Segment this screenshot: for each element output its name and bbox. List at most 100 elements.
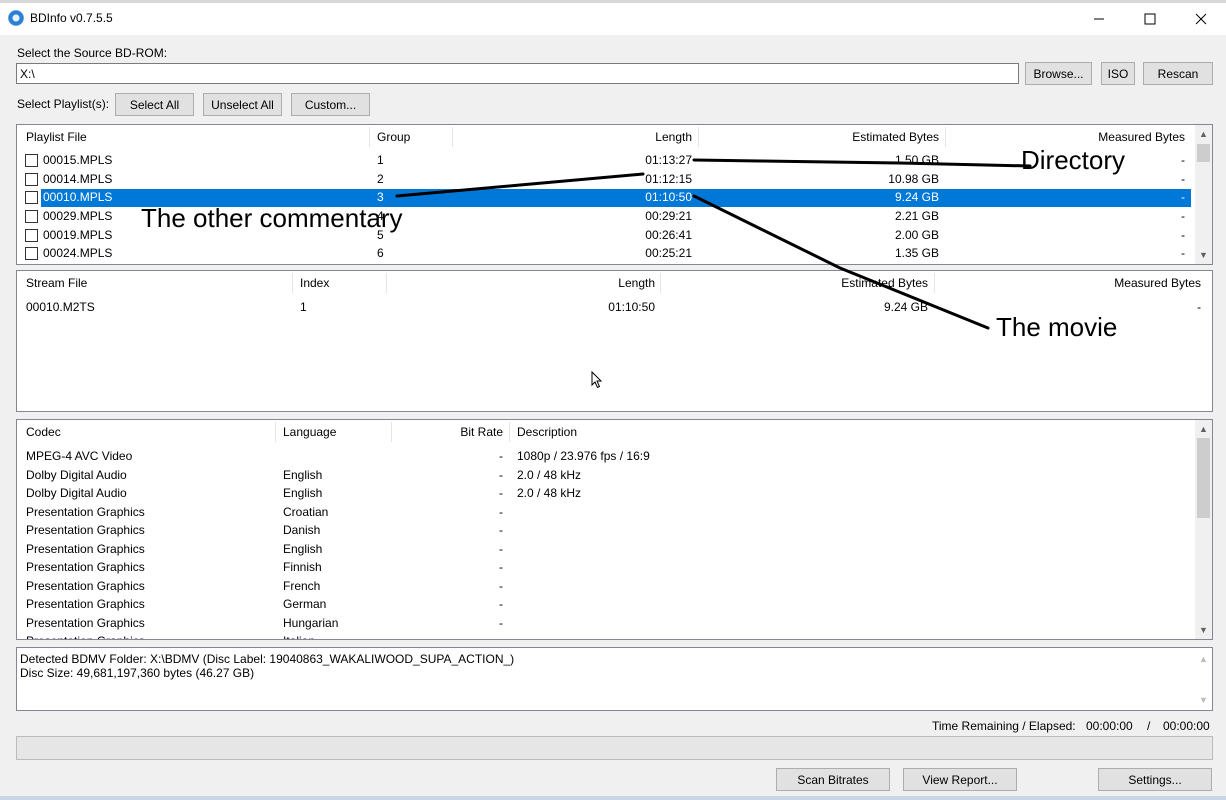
header-codec[interactable]: Codec — [26, 420, 61, 444]
playlist-est-bytes: 2.21 GB — [894, 209, 939, 223]
codec-name[interactable]: Presentation Graphics — [26, 616, 145, 630]
playlist-file[interactable]: 00019.MPLS — [43, 228, 112, 242]
info-scrollbar[interactable]: ▲ ▼ — [1195, 648, 1212, 710]
settings-button[interactable]: Settings... — [1098, 768, 1212, 791]
unselect-all-button[interactable]: Unselect All — [203, 93, 282, 116]
source-path-input[interactable]: X:\ — [16, 63, 1019, 84]
header-description[interactable]: Description — [517, 420, 577, 444]
scroll-down-icon[interactable]: ▼ — [1195, 621, 1212, 638]
codec-name[interactable]: Presentation Graphics — [26, 505, 145, 519]
codec-name[interactable]: MPEG-4 AVC Video — [26, 449, 132, 463]
annotation-movie: The movie — [996, 312, 1118, 342]
playlist-scrollbar[interactable]: ▲ ▼ — [1195, 125, 1212, 264]
scroll-up-icon[interactable]: ▲ — [1195, 420, 1212, 437]
mouse-cursor-icon — [591, 371, 603, 389]
maximize-button[interactable] — [1127, 3, 1173, 35]
header-separator — [386, 273, 387, 293]
codec-name[interactable]: Presentation Graphics — [26, 560, 145, 574]
codec-bitrate: - — [499, 616, 503, 630]
scan-bitrates-button[interactable]: Scan Bitrates — [776, 768, 890, 791]
codec-scrollbar[interactable]: ▲ ▼ — [1195, 420, 1212, 639]
header-separator — [509, 422, 510, 442]
codec-name[interactable]: Presentation Graphics — [26, 579, 145, 593]
playlist-file[interactable]: 00014.MPLS — [43, 172, 112, 186]
browse-button[interactable]: Browse... — [1025, 62, 1092, 85]
header-index[interactable]: Index — [300, 271, 329, 295]
header-measured-bytes[interactable]: Measured Bytes — [942, 271, 1201, 295]
codec-language: German — [283, 597, 327, 611]
header-length[interactable]: Length — [457, 125, 692, 149]
codec-language: Italian — [283, 634, 315, 639]
select-all-button[interactable]: Select All — [115, 93, 194, 116]
view-report-button[interactable]: View Report... — [903, 768, 1017, 791]
iso-button[interactable]: ISO — [1101, 62, 1135, 85]
close-button[interactable] — [1178, 3, 1224, 35]
codec-language: Croatian — [283, 505, 329, 519]
progress-bar — [16, 736, 1213, 760]
header-estimated-bytes[interactable]: Estimated Bytes — [667, 271, 928, 295]
playlist-length: 00:26:41 — [645, 228, 692, 242]
header-length[interactable]: Length — [397, 271, 655, 295]
codec-bitrate: - — [499, 597, 503, 611]
scroll-up-icon[interactable]: ▲ — [1195, 125, 1212, 142]
playlist-checkbox[interactable] — [25, 191, 38, 204]
codec-name[interactable]: Presentation Graphics — [26, 597, 145, 611]
playlist-file[interactable]: 00015.MPLS — [43, 153, 112, 167]
playlist-checkbox[interactable] — [25, 229, 38, 242]
playlist-file[interactable]: 00010.MPLS — [43, 190, 112, 204]
playlist-checkbox[interactable] — [25, 210, 38, 223]
scroll-up-icon[interactable]: ▲ — [1195, 650, 1212, 667]
playlist-file[interactable]: 00029.MPLS — [43, 209, 112, 223]
header-estimated-bytes[interactable]: Estimated Bytes — [707, 125, 939, 149]
header-separator — [275, 422, 276, 442]
playlist-group: 1 — [377, 153, 384, 167]
stream-length: 01:10:50 — [608, 300, 655, 314]
scroll-thumb[interactable] — [1197, 438, 1210, 518]
bdinfo-app-icon — [8, 10, 24, 26]
codec-bitrate: - — [499, 542, 503, 556]
playlist-est-bytes: 9.24 GB — [894, 190, 939, 204]
stream-file[interactable]: 00010.M2TS — [26, 300, 95, 314]
header-playlist-file[interactable]: Playlist File — [26, 125, 87, 149]
playlist-file[interactable]: 00024.MPLS — [43, 246, 112, 260]
select-playlists-label: Select Playlist(s): — [17, 97, 110, 111]
header-separator — [391, 422, 392, 442]
maximize-icon — [1144, 13, 1156, 25]
stream-est-bytes: 9.24 GB — [883, 300, 928, 314]
playlist-checkbox[interactable] — [25, 247, 38, 260]
codec-name[interactable]: Dolby Digital Audio — [26, 486, 127, 500]
header-separator — [945, 127, 946, 147]
source-label: Select the Source BD-ROM: — [17, 46, 168, 60]
rescan-button[interactable]: Rescan — [1143, 62, 1213, 85]
codec-bitrate: - — [499, 523, 503, 537]
header-bit-rate[interactable]: Bit Rate — [397, 420, 503, 444]
playlist-checkbox[interactable] — [25, 154, 38, 167]
codec-table[interactable]: Codec Language Bit Rate Description MPEG… — [16, 419, 1213, 640]
playlist-checkbox[interactable] — [25, 173, 38, 186]
playlist-group: 2 — [377, 172, 384, 186]
scroll-down-icon[interactable]: ▼ — [1195, 246, 1212, 263]
header-separator — [934, 273, 935, 293]
minimize-button[interactable] — [1076, 3, 1122, 35]
codec-name[interactable]: Dolby Digital Audio — [26, 468, 127, 482]
playlist-measured-bytes: - — [1181, 228, 1185, 242]
codec-bitrate: - — [499, 468, 503, 482]
header-stream-file[interactable]: Stream File — [26, 271, 87, 295]
info-textbox[interactable]: Detected BDMV Folder: X:\BDMV (Disc Labe… — [16, 647, 1213, 711]
header-language[interactable]: Language — [283, 420, 336, 444]
codec-name[interactable]: Presentation Graphics — [26, 634, 145, 639]
playlist-length: 00:25:21 — [645, 246, 692, 260]
codec-bitrate: - — [499, 579, 503, 593]
codec-name[interactable]: Presentation Graphics — [26, 542, 145, 556]
codec-description: 1080p / 23.976 fps / 16:9 — [517, 449, 650, 463]
window-title: BDInfo v0.7.5.5 — [30, 11, 113, 25]
codec-language: English — [283, 542, 323, 556]
codec-bitrate: - — [499, 505, 503, 519]
time-elapsed: 00:00:00 — [1163, 719, 1210, 733]
custom-button[interactable]: Custom... — [291, 93, 370, 116]
header-group[interactable]: Group — [377, 125, 410, 149]
playlist-measured-bytes: - — [1181, 209, 1185, 223]
codec-name[interactable]: Presentation Graphics — [26, 523, 145, 537]
scroll-down-icon[interactable]: ▼ — [1195, 691, 1212, 708]
scroll-thumb[interactable] — [1197, 144, 1210, 162]
